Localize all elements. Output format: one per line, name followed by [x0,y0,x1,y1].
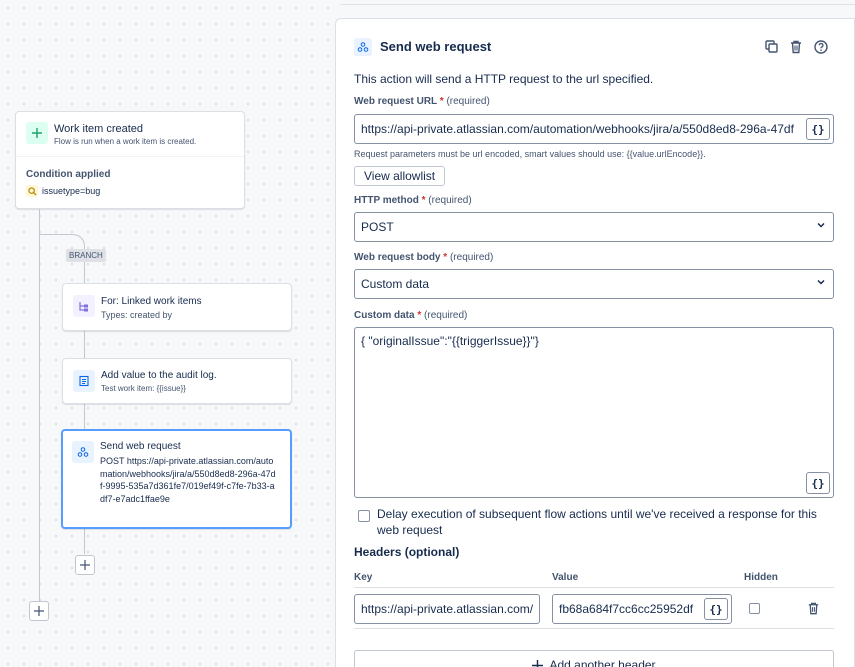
chevron-down-icon [817,222,825,228]
flow-canvas[interactable]: Work item created Flow is run when a wor… [0,0,340,667]
condition-value: issuetype=bug [42,186,101,196]
body-label: Web request body * (required) [354,252,494,263]
col-value: Value [552,572,579,583]
method-label: HTTP method * (required) [354,195,472,206]
add-step-button[interactable] [29,601,49,621]
audit-title: Add value to the audit log. [101,370,217,381]
duplicate-icon[interactable] [764,39,780,55]
col-key: Key [354,572,373,583]
chevron-down-icon [817,279,825,285]
panel-description: This action will send a HTTP request to … [354,72,654,86]
method-select[interactable]: POST [354,212,834,242]
for-linked-items-card[interactable]: For: Linked work items Types: created by [62,283,292,331]
view-allowlist-button[interactable]: View allowlist [354,166,446,186]
web-request-card[interactable]: Send web request POST https://api-privat… [61,429,292,529]
custom-data-textarea[interactable]: { "originalIssue":"{{triggerIssue}}"} [354,327,834,498]
audit-subtitle: Test work item: {{issue}} [101,384,186,393]
trigger-subtitle: Flow is run when a work item is created. [54,137,197,146]
main-connector [39,209,40,602]
smart-value-button[interactable]: {} [806,472,830,494]
branch-icon [73,295,95,317]
branch-badge: BRANCH [66,249,106,262]
plus-icon [26,122,48,144]
headers-title: Headers (optional) [354,545,460,559]
search-icon [26,185,38,197]
body-select[interactable]: Custom data [354,269,834,299]
delay-checkbox[interactable] [358,510,370,522]
for-subtitle: Types: created by [101,310,173,320]
for-title: For: Linked work items [101,296,202,307]
trigger-card[interactable]: Work item created Flow is run when a wor… [15,111,245,209]
url-input[interactable]: https://api-private.atlassian.com/automa… [354,114,834,144]
web-subtitle: POST https://api-private.atlassian.com/a… [100,456,276,504]
trigger-title: Work item created [54,123,144,135]
webhook-icon [72,441,94,463]
panel-title: Send web request [380,39,492,54]
hidden-checkbox[interactable] [749,603,760,614]
add-branch-step-button[interactable] [75,555,95,575]
smart-value-button[interactable]: {} [704,598,728,620]
delay-text: Delay execution of subsequent flow actio… [377,507,817,537]
col-hidden: Hidden [744,572,778,583]
help-icon[interactable] [813,39,829,55]
url-help-text: Request parameters must be url encoded, … [354,149,706,159]
delete-icon[interactable] [806,601,821,616]
action-config-panel: Send web request This action will send a… [335,18,855,667]
header-key-input[interactable]: https://api-private.atlassian.com/ [354,594,540,624]
smart-value-button[interactable]: {} [806,118,830,140]
web-title: Send web request [100,441,181,452]
url-label: Web request URL * (required) [354,96,490,107]
plus-icon [532,659,544,667]
custom-data-label: Custom data * (required) [354,310,468,321]
document-icon [73,370,95,392]
add-header-button[interactable]: Add another header [354,650,834,667]
webhook-icon [354,38,372,56]
condition-title: Condition applied [26,169,111,180]
audit-log-card[interactable]: Add value to the audit log. Test work it… [62,358,292,404]
delete-icon[interactable] [788,39,804,55]
